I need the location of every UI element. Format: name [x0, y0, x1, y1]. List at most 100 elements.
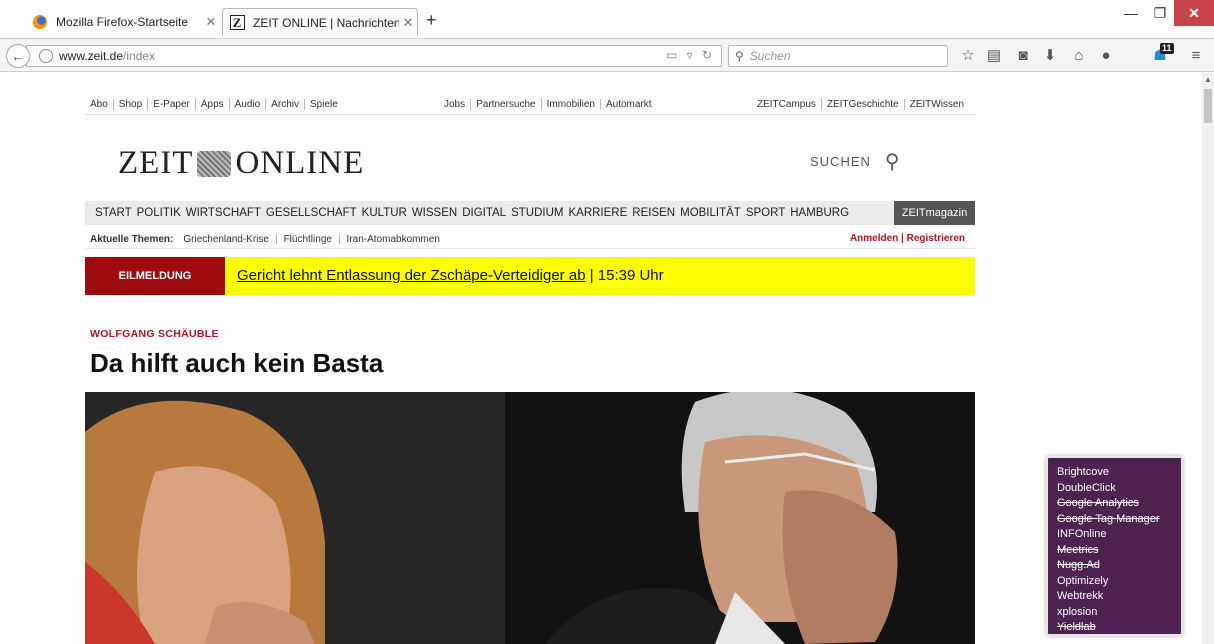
- nav-hamburg[interactable]: HAMBURG: [790, 207, 849, 219]
- minimize-icon[interactable]: —: [1116, 0, 1146, 26]
- nav-karriere[interactable]: KARRIERE: [568, 207, 627, 219]
- link-shop[interactable]: Shop: [112, 99, 147, 110]
- browser-window: Mozilla Firefox-Startseite ✕ Z ZEIT ONLI…: [0, 0, 1214, 644]
- close-tab-icon[interactable]: ✕: [399, 15, 417, 31]
- service-links: Abo Shop E-Paper Apps Audio Archiv Spiel…: [85, 95, 975, 115]
- firefox-logo-icon: [32, 14, 48, 30]
- search-icon: ⚲: [884, 151, 901, 173]
- restore-icon[interactable]: ❐: [1146, 0, 1174, 26]
- tracker-item[interactable]: DoubleClick: [1057, 481, 1181, 497]
- link-abo[interactable]: Abo: [85, 99, 113, 110]
- breaking-news-label: EILMELDUNG: [85, 257, 225, 295]
- nav-gesellschaft[interactable]: GESELLSCHAFT: [266, 207, 357, 219]
- service-links-right: ZEITCampus ZEITGeschichte ZEITWissen: [752, 99, 969, 110]
- article-headline[interactable]: Da hilft auch kein Basta: [90, 348, 383, 379]
- register-link[interactable]: Registrieren: [907, 233, 965, 244]
- link-epaper[interactable]: E-Paper: [147, 99, 195, 110]
- eagle-crest-icon: [197, 150, 232, 177]
- link-zeitcampus[interactable]: ZEITCampus: [752, 99, 821, 110]
- link-partnersuche[interactable]: Partnersuche: [470, 99, 540, 110]
- topic-link[interactable]: Iran-Atomabkommen: [347, 234, 440, 245]
- scroll-thumb[interactable]: [1204, 89, 1212, 123]
- nav-sport[interactable]: SPORT: [746, 207, 785, 219]
- globe-icon: [39, 49, 53, 63]
- back-arrow-icon[interactable]: ←: [6, 44, 30, 68]
- pocket-icon[interactable]: ◙: [1013, 47, 1033, 65]
- link-spiele[interactable]: Spiele: [304, 99, 343, 110]
- topics-label: Aktuelle Themen:: [90, 234, 174, 245]
- bookmark-star-icon[interactable]: ☆: [958, 47, 978, 65]
- download-icon[interactable]: ⬇: [1040, 47, 1060, 65]
- topic-link[interactable]: Griechenland-Krise: [183, 234, 269, 245]
- bookmarks-list-icon[interactable]: ▤: [984, 47, 1004, 65]
- link-immobilien[interactable]: Immobilien: [540, 99, 600, 110]
- account-separator: |: [898, 233, 907, 244]
- nav-wirtschaft[interactable]: WIRTSCHAFT: [186, 207, 261, 219]
- article-kicker[interactable]: WOLFGANG SCHÄUBLE: [90, 328, 219, 340]
- chat-icon[interactable]: ●: [1096, 47, 1116, 65]
- logo-text-left: ZEIT: [118, 145, 194, 181]
- tracker-list-panel: Brightcove DoubleClick Google Analytics Goo…: [1046, 456, 1183, 636]
- link-zeitwissen[interactable]: ZEITWissen: [903, 99, 969, 110]
- link-archiv[interactable]: Archiv: [265, 99, 304, 110]
- scroll-up-icon[interactable]: ▲: [1202, 73, 1214, 87]
- article-photo-illustration: [85, 392, 975, 644]
- nav-reisen[interactable]: REISEN: [632, 207, 675, 219]
- breaking-news-text: Gericht lehnt Entlassung der Zschäpe-Ver…: [237, 267, 664, 284]
- new-tab-icon[interactable]: +: [426, 11, 437, 29]
- tab-title: Mozilla Firefox-Startseite: [56, 15, 189, 29]
- tracker-item[interactable]: Yieldlab: [1057, 620, 1181, 636]
- nav-digital[interactable]: DIGITAL: [462, 207, 506, 219]
- tab-zeit-online[interactable]: Z ZEIT ONLINE | Nachrichten... ✕: [222, 8, 418, 36]
- nav-start[interactable]: START: [95, 207, 132, 219]
- breaking-news-link[interactable]: Gericht lehnt Entlassung der Zschäpe-Ver…: [237, 267, 586, 284]
- nav-kultur[interactable]: KULTUR: [362, 207, 407, 219]
- address-bar[interactable]: www.zeit.de/index ▭ ▿ ↻: [26, 45, 722, 67]
- link-apps[interactable]: Apps: [194, 99, 229, 110]
- link-jobs[interactable]: Jobs: [439, 99, 470, 110]
- scrollbar[interactable]: ▲: [1202, 73, 1214, 644]
- login-link[interactable]: Anmelden: [850, 233, 898, 244]
- tracker-item[interactable]: Google Tag Manager: [1057, 512, 1181, 528]
- nav-politik[interactable]: POLITIK: [137, 207, 181, 219]
- nav-wissen[interactable]: WISSEN: [412, 207, 457, 219]
- service-links-middle: Jobs Partnersuche Immobilien Automarkt: [439, 99, 657, 110]
- nav-studium[interactable]: STUDIUM: [511, 207, 563, 219]
- tracker-item[interactable]: Google Analytics: [1057, 496, 1181, 512]
- navigation-bar: www.zeit.de/index ▭ ▿ ↻ ← ⚲ Suchen ☆ ▤ ◙…: [0, 38, 1214, 72]
- link-zeitgeschichte[interactable]: ZEITGeschichte: [820, 99, 904, 110]
- topic-link[interactable]: Flüchtlinge: [284, 234, 332, 245]
- site-search-label: SUCHEN: [810, 154, 871, 169]
- tab-bar: Mozilla Firefox-Startseite ✕ Z ZEIT ONLI…: [0, 0, 1214, 38]
- reader-reload-icons[interactable]: ▭ ▿ ↻: [666, 48, 715, 62]
- tracker-item[interactable]: Nugg.Ad: [1057, 558, 1181, 574]
- menu-icon[interactable]: ≡: [1186, 47, 1206, 65]
- link-audio[interactable]: Audio: [228, 99, 266, 110]
- logo-text-right: ONLINE: [235, 145, 365, 181]
- nav-zeitmagazin[interactable]: ZEITmagazin: [894, 201, 975, 225]
- window-close-icon[interactable]: ✕: [1174, 0, 1214, 26]
- tracker-item[interactable]: Meetrics: [1057, 543, 1181, 559]
- tracker-item[interactable]: Optimizely: [1057, 574, 1181, 590]
- reload-icon[interactable]: ↻: [702, 48, 715, 62]
- tab-title: ZEIT ONLINE | Nachrichten...: [253, 15, 399, 30]
- tracker-item[interactable]: xplosion: [1057, 605, 1181, 621]
- nav-mobilitaet[interactable]: MOBILITÄT: [680, 207, 741, 219]
- topic-separator: |: [274, 234, 278, 245]
- tracker-item[interactable]: Webtrekk: [1057, 589, 1181, 605]
- home-icon[interactable]: ⌂: [1069, 47, 1089, 65]
- zeit-online-logo[interactable]: ZEIT ONLINE: [118, 145, 364, 182]
- site-search-button[interactable]: SUCHEN ⚲: [810, 149, 901, 174]
- tracker-item[interactable]: Brightcove: [1057, 465, 1181, 481]
- breaking-news-banner: EILMELDUNG Gericht lehnt Entlassung der …: [85, 257, 975, 295]
- tab-firefox-start[interactable]: Mozilla Firefox-Startseite ✕: [24, 8, 220, 36]
- reader-icon[interactable]: ▭: [666, 48, 680, 62]
- search-input[interactable]: ⚲ Suchen: [728, 45, 948, 67]
- article-photo[interactable]: [85, 392, 975, 644]
- search-placeholder: Suchen: [749, 49, 791, 63]
- close-tab-icon[interactable]: ✕: [202, 14, 220, 30]
- breaking-news-time: | 15:39 Uhr: [585, 267, 664, 284]
- link-automarkt[interactable]: Automarkt: [599, 99, 657, 110]
- search-icon: ⚲: [735, 49, 744, 63]
- tracker-item[interactable]: INFOnline: [1057, 527, 1181, 543]
